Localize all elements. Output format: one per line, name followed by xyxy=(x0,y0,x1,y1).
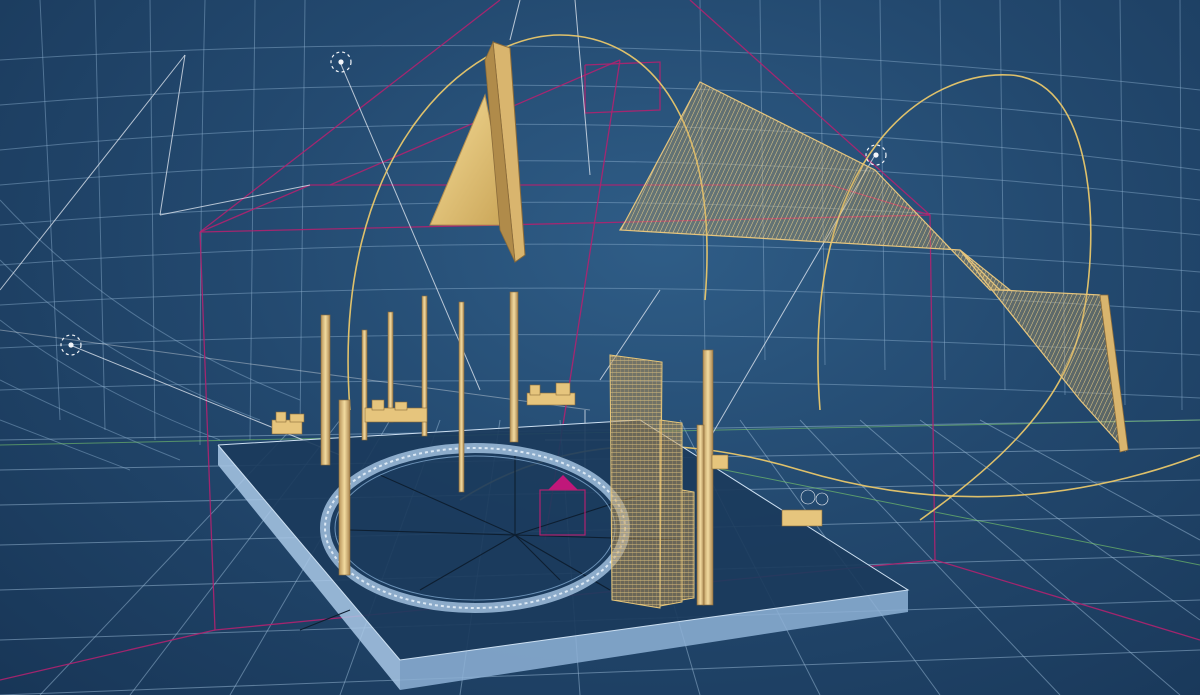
light-icon[interactable] xyxy=(330,51,352,73)
3d-viewport[interactable] xyxy=(0,0,1200,695)
camera-rig[interactable] xyxy=(271,411,305,435)
camera-rig[interactable] xyxy=(781,489,829,527)
left-wall-grid xyxy=(0,199,301,471)
large-twisted-sail[interactable] xyxy=(618,81,1129,453)
panel-wall[interactable] xyxy=(609,354,695,609)
small-triangular-sail[interactable] xyxy=(429,40,526,263)
camera-rig[interactable] xyxy=(526,382,576,406)
camera-rig[interactable] xyxy=(711,454,729,470)
viewport-canvas[interactable] xyxy=(0,0,1200,695)
camera-rig[interactable] xyxy=(364,399,428,423)
